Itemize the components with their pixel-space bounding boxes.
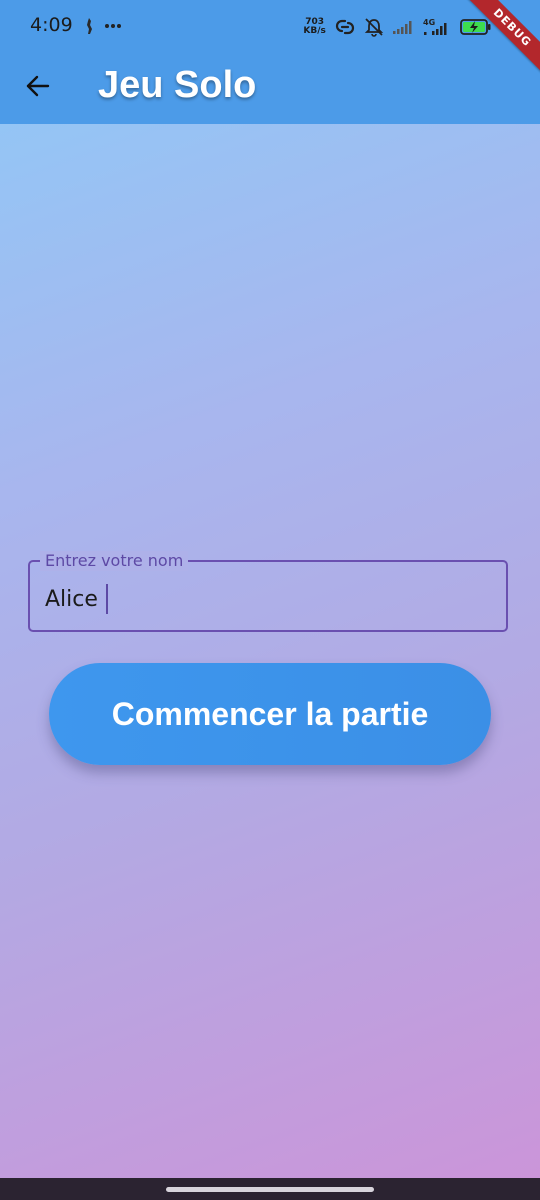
status-left-icons xyxy=(84,14,122,38)
signal-4g-icon: 4G xyxy=(422,17,452,37)
name-input-label: Entrez votre nom xyxy=(40,551,189,571)
svg-text:4G: 4G xyxy=(423,18,435,27)
signal-icon xyxy=(392,19,414,35)
battery-charging-icon xyxy=(460,18,492,36)
name-input-value-row: Alice xyxy=(45,584,108,614)
text-cursor xyxy=(105,584,108,614)
name-input-value: Alice xyxy=(45,586,98,612)
net-speed-unit: KB/s xyxy=(303,26,326,36)
start-game-button[interactable]: Commencer la partie xyxy=(49,663,491,765)
app-bar: Jeu Solo xyxy=(0,52,540,124)
basketball-icon xyxy=(84,17,94,35)
main-content: Entrez votre nom Alice Commencer la part… xyxy=(0,124,540,1178)
status-right-icons: 703 KB/s 4G xyxy=(303,14,512,40)
status-time: 4:09 xyxy=(30,14,73,36)
more-icon xyxy=(104,23,122,29)
back-button[interactable] xyxy=(14,62,62,110)
arrow-back-icon xyxy=(25,73,51,99)
system-navigation-bar xyxy=(0,1178,540,1200)
link-icon xyxy=(334,19,356,35)
page-title: Jeu Solo xyxy=(98,64,257,106)
name-input[interactable]: Entrez votre nom Alice xyxy=(28,551,508,632)
bell-off-icon xyxy=(364,17,384,37)
net-speed: 703 KB/s xyxy=(303,18,325,36)
status-bar: 4:09 703 KB/s 4G xyxy=(0,0,540,52)
header: 4:09 703 KB/s 4G DEBUG Jeu Solo xyxy=(0,0,540,124)
home-gesture-handle[interactable] xyxy=(166,1187,374,1192)
